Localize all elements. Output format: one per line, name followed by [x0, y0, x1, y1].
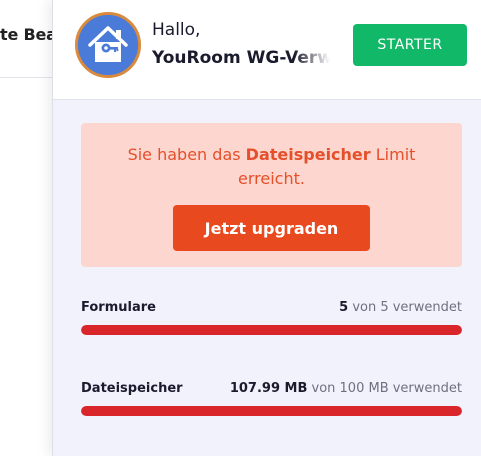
usage-progress-bar	[81, 325, 462, 335]
alert-message: Sie haben das Dateispeicher Limit erreic…	[101, 143, 442, 191]
usage-label: Dateispeicher	[81, 381, 183, 396]
usage-limit: von 5 verwendet	[348, 300, 462, 315]
usage-value: 107.99 MB von 100 MB verwendet	[230, 381, 462, 396]
house-key-icon	[78, 15, 138, 75]
upgrade-button[interactable]: Jetzt upgraden	[173, 205, 370, 251]
account-name: YouRoom WG-Verwa	[152, 48, 330, 68]
account-header: Hallo, YouRoom WG-Verwa STARTER	[53, 0, 481, 100]
usage-label: Formulare	[81, 300, 156, 315]
usage-amount: 5	[339, 300, 349, 315]
usage-progress-fill	[81, 325, 462, 335]
account-dropdown-panel: Hallo, YouRoom WG-Verwa STARTER Sie habe…	[52, 0, 481, 456]
usage-limit: von 100 MB verwendet	[307, 381, 463, 396]
usage-progress-fill	[81, 406, 462, 416]
avatar[interactable]	[75, 12, 141, 78]
background-tab-label: te Bea	[0, 25, 57, 44]
usage-progress-bar	[81, 406, 462, 416]
storage-limit-alert: Sie haben das Dateispeicher Limit erreic…	[81, 123, 462, 267]
greeting-text: Hallo,	[152, 20, 201, 40]
usage-value: 5 von 5 verwendet	[339, 300, 462, 315]
background-tab[interactable]: te Bea	[0, 0, 60, 78]
plan-badge-button[interactable]: STARTER	[353, 24, 467, 66]
usage-amount: 107.99 MB	[229, 381, 308, 396]
background-page: te Bea	[0, 0, 60, 456]
alert-text-highlight: Dateispeicher	[245, 145, 371, 164]
alert-text-before: Sie haben das	[127, 145, 246, 164]
